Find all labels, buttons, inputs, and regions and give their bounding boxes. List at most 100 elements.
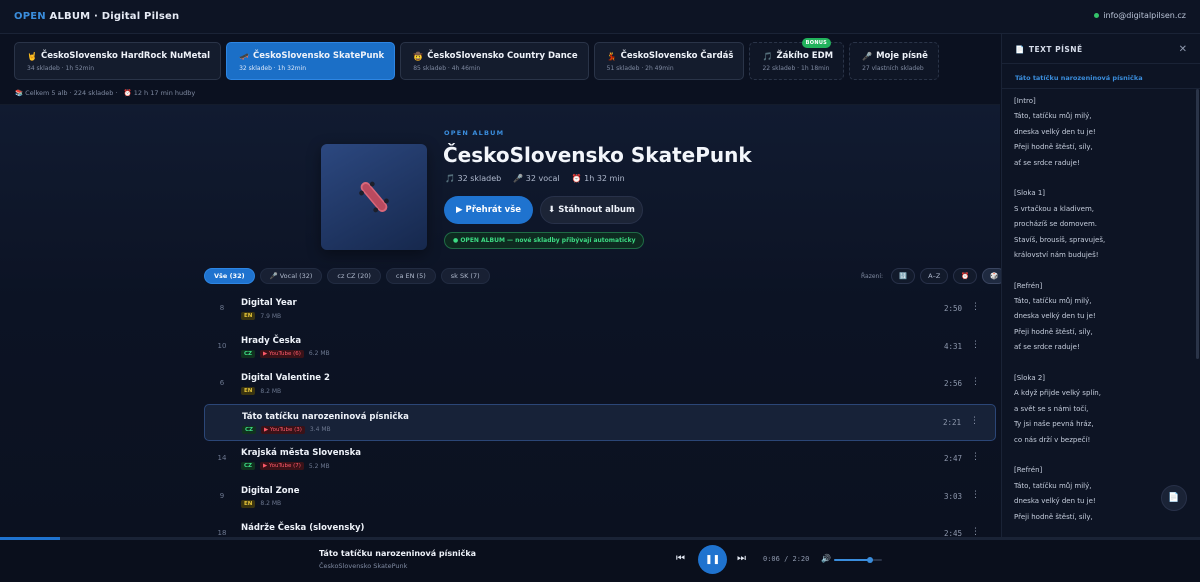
more-options-icon[interactable]: ⋮ bbox=[971, 490, 980, 500]
album-tab-title: 🎤 Moje písně bbox=[862, 51, 928, 61]
language-badge: EN bbox=[241, 387, 256, 395]
track-tags: CZ ▶ YouTube (7) 5.2 MB bbox=[241, 462, 330, 470]
play-all-button[interactable]: ▶ Přehrát vše bbox=[444, 196, 533, 224]
lyric-line: Táto, tatíčku můj milý, bbox=[1014, 297, 1092, 306]
lyric-line: království nám buduješ! bbox=[1014, 250, 1099, 259]
summary-total: 📚 Celkem 5 alb · 224 skladeb · bbox=[15, 89, 118, 97]
volume-handle[interactable] bbox=[867, 557, 873, 563]
previous-track-icon[interactable]: ⏮ bbox=[676, 553, 685, 564]
album-tab-icon: 🛹 bbox=[239, 51, 250, 61]
track-row[interactable]: Táto tatíčku narozeninová písnička CZ ▶ Yo… bbox=[204, 403, 996, 441]
online-dot-icon bbox=[1094, 13, 1100, 18]
track-number: 10 bbox=[217, 341, 227, 350]
lyric-line: Ty jsi naše pevná hráz, bbox=[1014, 420, 1094, 429]
lyrics-scrollbar[interactable] bbox=[1196, 89, 1199, 359]
track-number: 6 bbox=[219, 379, 225, 387]
download-album-button[interactable]: ⬇ Stáhnout album bbox=[540, 196, 643, 224]
brand-logo[interactable]: OPEN ALBUM · Digital Pilsen bbox=[14, 11, 179, 22]
album-tab-title: 🤘 ČeskoSlovensko HardRock NuMetal bbox=[27, 51, 210, 61]
sort-option-button[interactable]: A–Z bbox=[920, 268, 949, 284]
filter-chip[interactable]: ca EN (5) bbox=[385, 268, 436, 284]
player-bar: Táto tatíčku narozeninová písnička Česko… bbox=[0, 540, 1200, 582]
lyric-line bbox=[1014, 356, 1189, 371]
filter-chip[interactable]: cz CZ (20) bbox=[327, 268, 381, 284]
album-tab-subtitle: 51 skladeb · 2h 49min bbox=[606, 65, 674, 72]
lyric-line: [Sloka 2] bbox=[1014, 374, 1046, 383]
album-tab-title: 🛹 ČeskoSlovensko SkatePunk bbox=[239, 51, 384, 61]
sort-option-button[interactable]: ⏰ bbox=[953, 268, 978, 284]
filter-chip[interactable]: Vše (32) bbox=[204, 268, 255, 284]
more-options-icon[interactable]: ⋮ bbox=[971, 377, 980, 387]
lyric-line bbox=[1014, 448, 1189, 463]
youtube-badge[interactable]: ▶ YouTube (6) bbox=[260, 349, 304, 358]
youtube-badge[interactable]: ▶ YouTube (7) bbox=[260, 462, 304, 470]
pause-button[interactable]: ❚❚ bbox=[698, 545, 727, 574]
lyric-line: [Intro] bbox=[1014, 97, 1036, 105]
more-options-icon[interactable]: ⋮ bbox=[971, 302, 980, 312]
bonus-badge: BONUS bbox=[801, 38, 832, 48]
track-row[interactable]: 10 Hrady Česka CZ ▶ YouTube (6) 6.2 MB 4:31 ⋮ bbox=[204, 329, 996, 367]
lyric-line: ať se srdce raduje! bbox=[1014, 343, 1080, 352]
lyrics-toggle-button[interactable]: 📄 bbox=[1161, 485, 1187, 511]
track-number: 9 bbox=[219, 491, 225, 500]
album-tab-subtitle: 22 skladeb · 1h 18min bbox=[762, 65, 830, 72]
file-size: 8.2 MB bbox=[260, 500, 282, 507]
more-options-icon[interactable]: ⋮ bbox=[971, 340, 980, 350]
lyric-line: S vrtačkou a kladivem, bbox=[1014, 204, 1095, 213]
filter-chip[interactable]: 🎤 Vocal (32) bbox=[259, 268, 323, 284]
more-options-icon[interactable]: ⋮ bbox=[971, 527, 980, 537]
album-tab-label: Moje písně bbox=[876, 51, 928, 61]
lyric-line: dneska velký den tu je! bbox=[1014, 312, 1096, 321]
lyrics-heading-text: TEXT PÍSNĚ bbox=[1028, 45, 1083, 54]
album-tab[interactable]: 🤠 ČeskoSlovensko Country Dance 85 skladeb … bbox=[400, 42, 589, 80]
track-duration: 2:21 bbox=[942, 417, 961, 427]
album-tab[interactable]: 🛹 ČeskoSlovensko SkatePunk 32 skladeb · 1h… bbox=[226, 42, 396, 80]
volume-icon[interactable]: 🔊 bbox=[821, 554, 831, 563]
album-tab-label: ČeskoSlovensko SkatePunk bbox=[253, 51, 385, 61]
album-meta: 🎵 32 skladeb 🎤 32 vocal ⏰ 1h 32 min bbox=[445, 174, 625, 183]
album-tab-title: 🎵 Žákího EDM bbox=[762, 51, 833, 61]
sort-label: Řazení: bbox=[861, 272, 884, 280]
filter-chip[interactable]: sk SK (7) bbox=[440, 268, 490, 284]
file-size: 3.4 MB bbox=[309, 426, 331, 433]
track-number: 14 bbox=[217, 454, 227, 462]
track-row[interactable]: 9 Digital Zone EN 8.2 MB 3:03 ⋮ bbox=[204, 479, 996, 517]
track-title: Digital Year bbox=[241, 298, 297, 308]
album-tab-subtitle: 85 skladeb · 4h 46min bbox=[413, 65, 481, 72]
album-tab[interactable]: 🎤 Moje písně 27 vlastních skladeb bbox=[849, 42, 939, 80]
album-tab-icon: 🎤 bbox=[862, 51, 873, 61]
contact-email: info@digitalpilsen.cz bbox=[1103, 11, 1186, 20]
brand-name: ALBUM · Digital Pilsen bbox=[49, 11, 180, 22]
track-row[interactable]: 14 Krajská města Slovenska CZ ▶ YouTube (7)… bbox=[204, 441, 996, 479]
album-title: ČeskoSlovensko SkatePunk bbox=[443, 143, 752, 167]
track-number: 18 bbox=[217, 529, 227, 537]
volume-slider[interactable] bbox=[834, 557, 882, 563]
track-row[interactable]: 6 Digital Valentine 2 EN 8.2 MB 2:56 ⋮ bbox=[204, 366, 996, 404]
lyric-line: [Refrén] bbox=[1014, 466, 1043, 475]
track-duration: 2:47 bbox=[943, 454, 962, 463]
lyric-line: dneska velký den tu je! bbox=[1014, 127, 1096, 136]
album-tab-icon: 🤠 bbox=[413, 51, 424, 61]
album-tab[interactable]: 🤘 ČeskoSlovensko HardRock NuMetal 34 sklad… bbox=[14, 42, 222, 80]
youtube-badge[interactable]: ▶ YouTube (3) bbox=[261, 425, 305, 434]
lyric-line bbox=[1014, 171, 1189, 186]
album-tab[interactable]: 💃 ČeskoSlovensko Čardáš 51 skladeb · 2h 49… bbox=[593, 42, 745, 80]
next-track-icon[interactable]: ⏭ bbox=[737, 553, 746, 564]
track-title: Táto tatíčku narozeninová písnička bbox=[242, 411, 409, 422]
album-tab[interactable]: 🎵 Žákího EDM 22 skladeb · 1h 18min BONUS bbox=[749, 38, 845, 80]
now-playing-title: Táto tatíčku narozeninová písnička bbox=[319, 549, 477, 558]
track-duration: 4:31 bbox=[943, 341, 962, 351]
more-options-icon[interactable]: ⋮ bbox=[970, 416, 979, 426]
track-tags: CZ ▶ YouTube (3) 3.4 MB bbox=[242, 425, 331, 434]
album-tab-icon: 💃 bbox=[606, 51, 617, 61]
lyric-line: Přeji hodně štěstí, síly, bbox=[1014, 143, 1093, 152]
close-icon[interactable]: ✕ bbox=[1179, 44, 1187, 55]
track-title: Digital Valentine 2 bbox=[241, 373, 330, 383]
track-row[interactable]: 8 Digital Year EN 7.9 MB 2:50 ⋮ bbox=[204, 291, 996, 329]
lyric-line: Přeji hodně štěstí, síly, bbox=[1014, 327, 1093, 336]
contact[interactable]: info@digitalpilsen.cz bbox=[1094, 11, 1186, 20]
brand-open: OPEN bbox=[14, 11, 46, 22]
meta-duration: ⏰ 1h 32 min bbox=[571, 174, 625, 183]
more-options-icon[interactable]: ⋮ bbox=[971, 452, 980, 462]
sort-option-button[interactable]: 🔢 bbox=[891, 268, 916, 284]
